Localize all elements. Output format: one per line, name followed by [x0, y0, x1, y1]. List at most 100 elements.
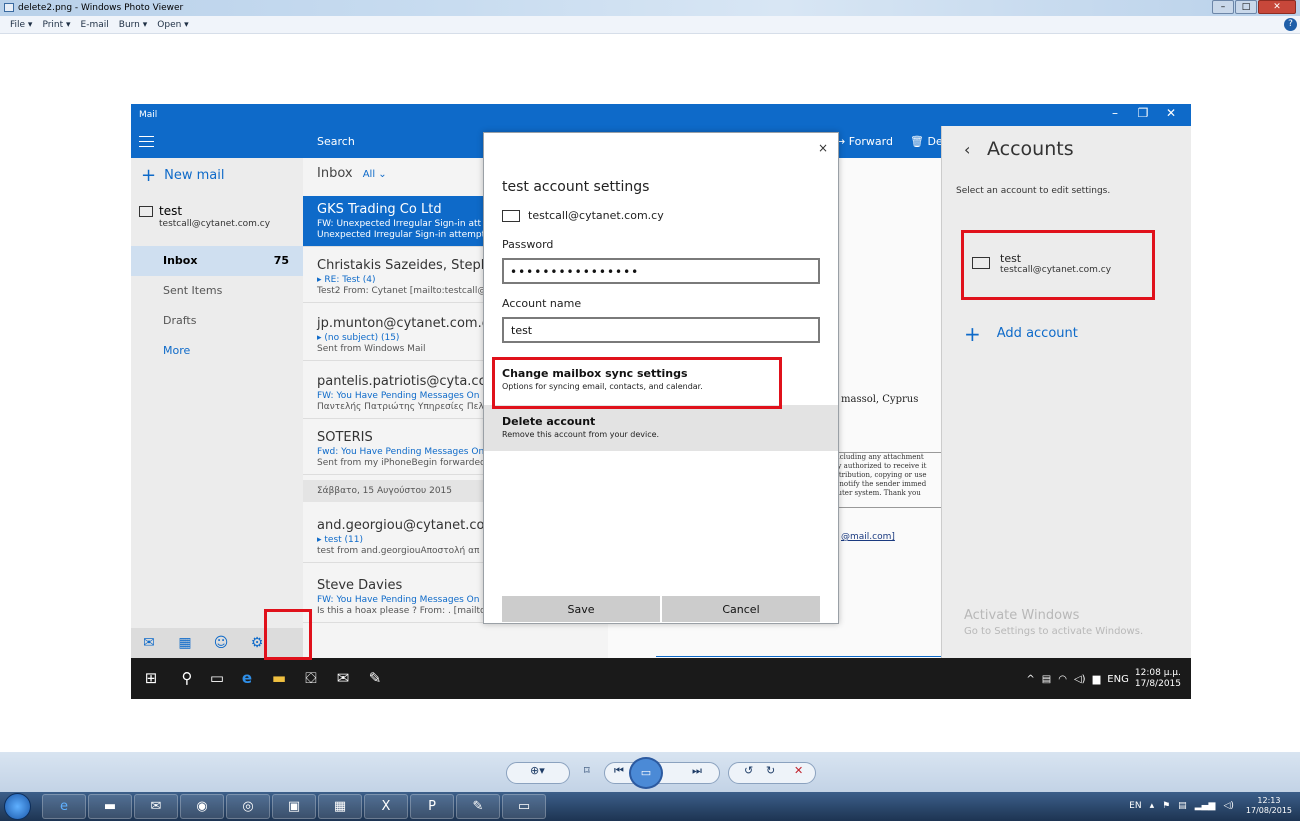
delete-account-button[interactable]: Delete account Remove this account from … — [484, 405, 838, 451]
mail-titlebar: Mail – ❐ ✕ — [131, 104, 1191, 126]
delete-account-description: Remove this account from your device. — [502, 430, 660, 439]
internet-explorer-icon[interactable]: e — [42, 794, 86, 819]
account-name-field[interactable]: test — [502, 317, 820, 343]
store-icon[interactable]: ⛋ — [301, 668, 321, 688]
minimize-icon[interactable]: – — [1101, 106, 1129, 120]
rotate-left-icon[interactable]: ↺ — [744, 764, 753, 777]
outer-clock-time: 12:13 — [1257, 796, 1281, 805]
actual-size-icon[interactable]: ⌑ — [584, 764, 590, 777]
previous-icon[interactable]: ⏮ — [614, 764, 624, 778]
paint-icon[interactable]: ✎ — [365, 668, 385, 688]
hamburger-icon[interactable] — [139, 136, 154, 147]
next-icon[interactable]: ⏭ — [692, 764, 702, 778]
minimize-icon[interactable]: – — [1212, 0, 1234, 14]
red-annotation-box — [492, 357, 782, 409]
paint-icon[interactable]: ✎ — [456, 794, 500, 819]
account-name-label: Account name — [502, 297, 582, 310]
restore-icon[interactable]: ❐ — [1129, 106, 1157, 120]
edge-icon[interactable]: e — [237, 668, 257, 688]
chevron-up-icon[interactable]: ▴ — [1150, 801, 1155, 811]
filter-dropdown[interactable]: All ⌄ — [363, 169, 387, 180]
dialog-email-row: testcall@cytanet.com.cy — [502, 209, 664, 222]
inner-clock-date: 17/8/2015 — [1134, 679, 1181, 689]
network-icon[interactable]: ▤ — [1042, 674, 1051, 685]
folder-drafts[interactable]: Drafts — [131, 306, 303, 336]
red-annotation-box — [264, 609, 312, 660]
password-label: Password — [502, 238, 554, 251]
windows-start-orb-icon[interactable] — [4, 793, 31, 820]
network-icon[interactable]: ▤ — [1178, 801, 1187, 811]
menu-email[interactable]: E-mail — [81, 20, 109, 30]
windows-start-icon[interactable]: ⊞ — [141, 668, 161, 688]
excel-icon[interactable]: X — [364, 794, 408, 819]
mail-window-title: Mail — [139, 110, 158, 120]
message-link[interactable]: @mail.com] — [841, 532, 895, 542]
delete-icon[interactable]: ✕ — [794, 764, 803, 777]
inner-clock-time: 12:08 μ.μ. — [1134, 668, 1181, 678]
back-icon[interactable]: ‹ — [964, 140, 970, 159]
outer-clock[interactable]: 12:13 17/08/2015 — [1246, 796, 1292, 816]
activate-windows-subtitle: Go to Settings to activate Windows. — [964, 626, 1144, 637]
photo-viewer-titlebar: delete2.png - Windows Photo Viewer – □ ✕ — [0, 0, 1300, 16]
folder-icon[interactable]: ▬ — [88, 794, 132, 819]
accounts-hint: Select an account to edit settings. — [956, 186, 1111, 196]
add-account-button[interactable]: + Add account — [964, 324, 1078, 344]
mail-icon[interactable]: ✉ — [131, 635, 167, 651]
delete-button[interactable]: 🗑 Del — [910, 135, 941, 148]
folder-sent-items[interactable]: Sent Items — [131, 276, 303, 306]
maximize-icon[interactable]: □ — [1235, 0, 1257, 14]
photo-viewer-icon[interactable]: ▭ — [502, 794, 546, 819]
search-icon[interactable]: ⚲ — [177, 668, 197, 688]
zoom-icon[interactable]: ⊕▾ — [530, 764, 545, 777]
menu-print[interactable]: Print ▾ — [42, 20, 70, 30]
photo-viewer-menubar: File ▾ Print ▾ E-mail Burn ▾ Open ▾ — [0, 16, 1300, 34]
save-button[interactable]: Save — [502, 596, 660, 622]
close-icon[interactable]: × — [818, 141, 828, 155]
disclaimer-line: istribution, copying or use — [833, 471, 927, 479]
signal-icon[interactable]: ▂▄▆ — [1195, 801, 1216, 811]
photo-viewer-title: delete2.png - Windows Photo Viewer — [18, 3, 184, 13]
feedback-smiley-icon[interactable]: ☺ — [203, 635, 239, 651]
mail-window-controls: – ❐ ✕ — [1101, 106, 1185, 120]
password-field[interactable]: •••••••••••••••• — [502, 258, 820, 284]
cancel-button[interactable]: Cancel — [662, 596, 820, 622]
message-body-location: massol, Cyprus — [841, 394, 919, 405]
menu-burn[interactable]: Burn ▾ — [119, 20, 148, 30]
account-settings-dialog: × test account settings testcall@cytanet… — [483, 132, 839, 624]
volume-icon[interactable]: ◁) — [1074, 674, 1086, 685]
calendar-icon[interactable]: ▦ — [167, 635, 203, 651]
menu-file[interactable]: File ▾ — [10, 20, 32, 30]
close-icon[interactable]: ✕ — [1258, 0, 1296, 14]
folder-inbox[interactable]: Inbox 75 — [131, 246, 303, 276]
flag-icon[interactable]: ⚑ — [1162, 801, 1170, 811]
file-explorer-icon[interactable]: ▬ — [269, 668, 289, 688]
calculator-icon[interactable]: ▦ — [318, 794, 362, 819]
task-view-icon[interactable]: ▭ — [207, 668, 227, 688]
globe-icon[interactable]: ◉ — [180, 794, 224, 819]
delete-account-title: Delete account — [502, 415, 596, 428]
chrome-icon[interactable]: ◎ — [226, 794, 270, 819]
inner-taskbar: ⊞ ⚲ ▭ e ▬ ⛋ ✉ ✎ ^ ▤ ◠ ◁) ▆ ENG 12:08 μ.μ… — [131, 658, 1191, 699]
new-mail-button[interactable]: + New mail — [141, 166, 225, 184]
powerpoint-icon[interactable]: P — [410, 794, 454, 819]
notification-icon[interactable]: ▆ — [1093, 674, 1101, 685]
inner-clock[interactable]: 12:08 μ.μ. 17/8/2015 — [1135, 668, 1181, 690]
list-header-label: Inbox — [317, 166, 353, 181]
volume-icon[interactable]: ◁) — [1223, 801, 1233, 811]
slideshow-icon[interactable]: ▭ — [629, 757, 663, 789]
inbox-unread-count: 75 — [273, 254, 289, 267]
language-indicator[interactable]: EN — [1129, 801, 1141, 811]
menu-open[interactable]: Open ▾ — [157, 20, 188, 30]
wifi-icon[interactable]: ◠ — [1058, 674, 1067, 685]
mail-icon[interactable]: ✉ — [333, 668, 353, 688]
outlook-icon[interactable]: ✉ — [134, 794, 178, 819]
folder-more[interactable]: More — [131, 336, 303, 366]
rotate-right-icon[interactable]: ↻ — [766, 764, 775, 777]
help-icon[interactable]: ? — [1284, 18, 1297, 31]
close-icon[interactable]: ✕ — [1157, 106, 1185, 120]
new-mail-label: New mail — [164, 168, 225, 183]
language-indicator[interactable]: ENG — [1107, 674, 1129, 685]
chevron-up-icon[interactable]: ^ — [1026, 674, 1034, 685]
forward-button[interactable]: → Forward — [836, 135, 893, 148]
vmware-icon[interactable]: ▣ — [272, 794, 316, 819]
